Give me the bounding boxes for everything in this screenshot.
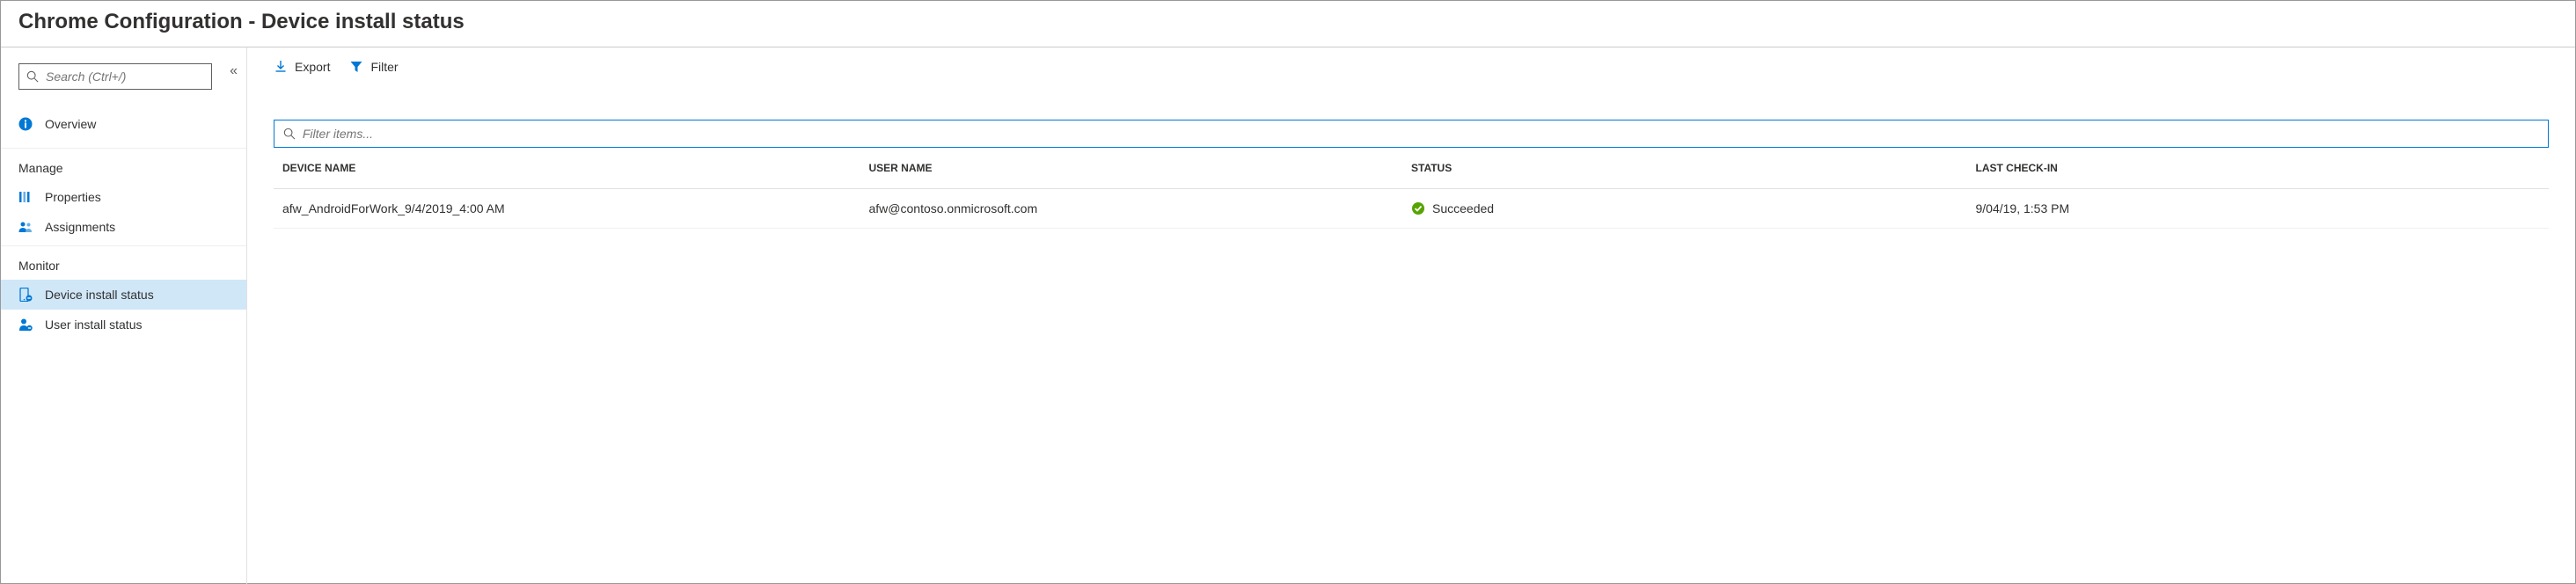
column-header-user[interactable]: USER NAME bbox=[847, 162, 1412, 174]
sidebar-item-device-install-status[interactable]: Device install status bbox=[1, 280, 246, 310]
sidebar-item-assignments[interactable]: Assignments bbox=[1, 212, 246, 242]
filter-icon bbox=[349, 60, 363, 74]
assignments-icon bbox=[18, 220, 33, 234]
user-status-icon bbox=[18, 318, 33, 332]
sidebar-item-label: Overview bbox=[45, 117, 96, 131]
sidebar-search-input[interactable] bbox=[46, 69, 204, 84]
toolbar: Export Filter bbox=[247, 47, 2575, 86]
sidebar-section-monitor: Monitor bbox=[1, 245, 246, 280]
search-icon bbox=[283, 128, 296, 140]
column-header-status[interactable]: STATUS bbox=[1411, 162, 1976, 174]
sidebar-item-user-install-status[interactable]: User install status bbox=[1, 310, 246, 339]
column-header-checkin[interactable]: LAST CHECK-IN bbox=[1976, 162, 2541, 174]
cell-user-name: afw@contoso.onmicrosoft.com bbox=[847, 201, 1412, 215]
collapse-sidebar-button[interactable]: « bbox=[230, 63, 238, 79]
search-icon bbox=[26, 70, 39, 83]
sidebar-item-overview[interactable]: Overview bbox=[1, 109, 246, 139]
info-icon bbox=[18, 117, 33, 131]
sidebar-item-label: Properties bbox=[45, 190, 101, 204]
sidebar-item-properties[interactable]: Properties bbox=[1, 182, 246, 212]
sidebar-search-box[interactable] bbox=[18, 63, 212, 90]
export-button[interactable]: Export bbox=[274, 60, 330, 74]
properties-icon bbox=[18, 190, 33, 204]
sidebar: « Overview Manage Properties Assignments bbox=[1, 47, 247, 584]
filter-button[interactable]: Filter bbox=[349, 60, 398, 74]
cell-device-name: afw_AndroidForWork_9/4/2019_4:00 AM bbox=[282, 201, 847, 215]
toolbar-button-label: Filter bbox=[370, 60, 398, 74]
toolbar-button-label: Export bbox=[295, 60, 330, 74]
page-header: Chrome Configuration - Device install st… bbox=[1, 1, 2575, 47]
install-status-table: DEVICE NAME USER NAME STATUS LAST CHECK-… bbox=[274, 148, 2549, 229]
main-content: Export Filter DEVICE NAME USER NAME STAT… bbox=[247, 47, 2575, 584]
column-header-device[interactable]: DEVICE NAME bbox=[282, 162, 847, 174]
sidebar-item-label: User install status bbox=[45, 318, 142, 332]
page-title: Chrome Configuration - Device install st… bbox=[18, 10, 2558, 34]
filter-items-input[interactable] bbox=[303, 127, 2539, 141]
download-icon bbox=[274, 60, 288, 74]
sidebar-item-label: Assignments bbox=[45, 220, 115, 234]
cell-status: Succeeded bbox=[1432, 201, 1494, 215]
cell-last-checkin: 9/04/19, 1:53 PM bbox=[1976, 201, 2541, 215]
filter-items-box[interactable] bbox=[274, 120, 2549, 148]
sidebar-section-manage: Manage bbox=[1, 148, 246, 182]
table-header-row: DEVICE NAME USER NAME STATUS LAST CHECK-… bbox=[274, 148, 2549, 189]
table-row[interactable]: afw_AndroidForWork_9/4/2019_4:00 AM afw@… bbox=[274, 189, 2549, 229]
sidebar-item-label: Device install status bbox=[45, 288, 154, 302]
device-status-icon bbox=[18, 288, 33, 302]
success-icon bbox=[1411, 201, 1425, 215]
